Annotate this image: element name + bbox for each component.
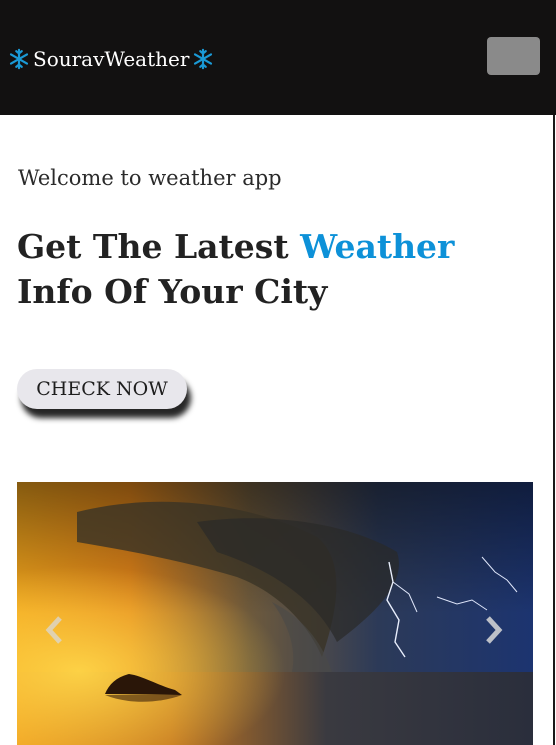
headline-accent: Weather — [300, 227, 455, 266]
page-title: Get The Latest Weather Info Of Your City — [17, 224, 537, 314]
brand-name: SouravWeather — [33, 47, 190, 71]
chevron-left-icon — [45, 616, 62, 644]
divider — [553, 115, 555, 745]
welcome-text: Welcome to weather app — [18, 166, 282, 190]
navbar: SouravWeather — [0, 0, 556, 115]
storm-over-sea-image — [17, 482, 533, 745]
check-now-button[interactable]: CHECK NOW — [17, 369, 187, 409]
headline-text: Get The Latest — [17, 227, 301, 266]
navbar-toggle-button[interactable] — [487, 37, 540, 75]
carousel-prev-button[interactable] — [35, 610, 75, 650]
carousel-next-button[interactable] — [473, 610, 513, 650]
image-carousel — [17, 482, 533, 745]
headline-text-end: Info Of Your City — [17, 272, 328, 311]
chevron-right-icon — [486, 616, 503, 644]
snowflake-icon — [9, 48, 29, 70]
snowflake-icon — [194, 48, 213, 70]
brand-link[interactable]: SouravWeather — [8, 44, 214, 74]
